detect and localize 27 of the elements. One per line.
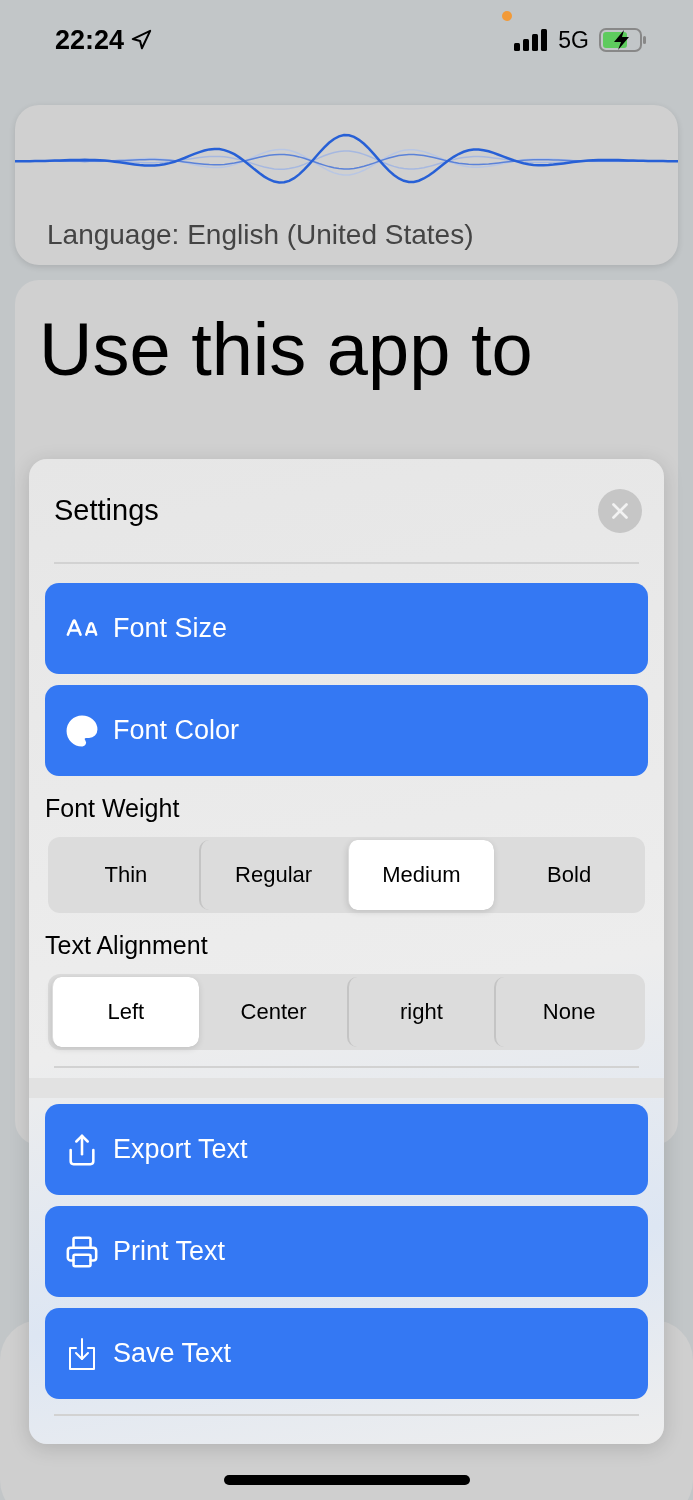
battery-icon xyxy=(599,28,647,52)
settings-action-button[interactable]: Print Text xyxy=(45,1206,648,1297)
status-time: 22:24 xyxy=(55,24,125,56)
segment-option[interactable]: Center xyxy=(198,977,347,1047)
settings-action-button[interactable]: Export Text xyxy=(45,1104,648,1195)
settings-action-button[interactable]: Save Text xyxy=(45,1308,648,1399)
printer-icon xyxy=(65,1234,99,1269)
segment-option[interactable]: right xyxy=(346,977,495,1047)
close-button[interactable] xyxy=(598,488,642,533)
palette-icon xyxy=(65,713,99,748)
location-arrow-icon xyxy=(130,29,153,51)
segment-option[interactable]: Thin xyxy=(51,840,199,910)
transcript-text: Use this app to xyxy=(39,307,534,393)
settings-action-button[interactable]: Font Color xyxy=(45,685,648,776)
language-label: Language: English (United States) xyxy=(47,219,475,251)
segment-option[interactable]: Bold xyxy=(494,840,642,910)
segment-option[interactable]: Medium xyxy=(346,840,495,910)
section-label: Text Alignment xyxy=(45,931,209,960)
segment-option[interactable]: None xyxy=(494,977,642,1047)
signal-icon xyxy=(514,29,549,51)
privacy-indicator-dot xyxy=(502,11,512,21)
network-label: 5G xyxy=(558,26,589,54)
segment-option[interactable]: Left xyxy=(51,977,199,1047)
sheet-title: Settings xyxy=(54,494,159,527)
settings-action-button[interactable]: Font Size xyxy=(45,583,648,674)
section-label: Font Weight xyxy=(45,794,181,823)
segment-option[interactable]: Regular xyxy=(198,840,347,910)
